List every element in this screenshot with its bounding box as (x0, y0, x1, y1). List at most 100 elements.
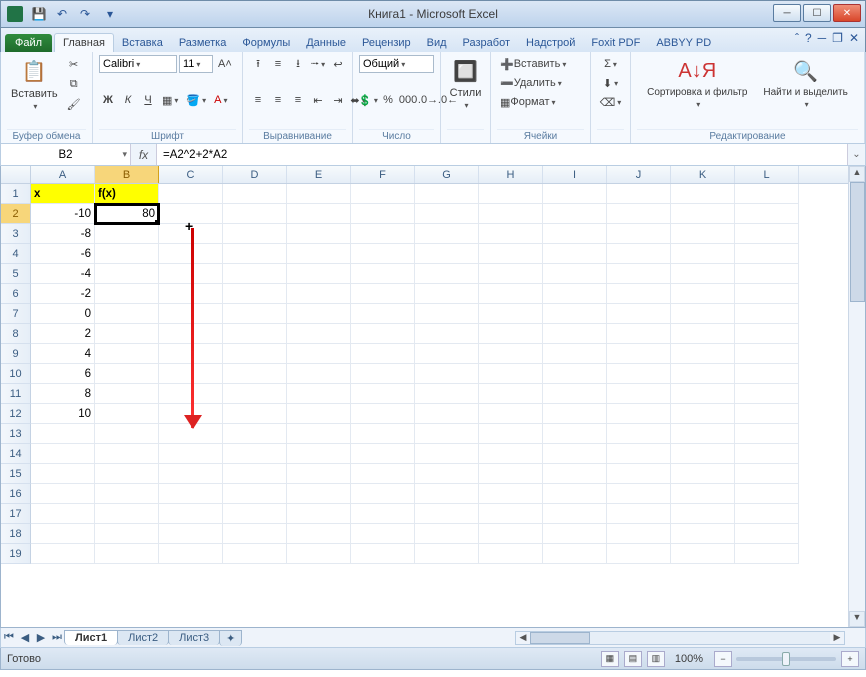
cell[interactable] (735, 424, 799, 444)
cell[interactable] (671, 284, 735, 304)
cell[interactable] (543, 204, 607, 224)
cell[interactable] (543, 524, 607, 544)
cell[interactable] (95, 444, 159, 464)
cell[interactable]: 0 (31, 304, 95, 324)
row-header[interactable]: 4 (1, 244, 31, 264)
cell[interactable] (415, 344, 479, 364)
row-header[interactable]: 19 (1, 544, 31, 564)
sheet-tab[interactable]: Лист2 (117, 630, 169, 645)
cell[interactable] (735, 204, 799, 224)
cell[interactable] (479, 284, 543, 304)
cell[interactable] (479, 364, 543, 384)
cell[interactable] (31, 504, 95, 524)
cell[interactable] (543, 464, 607, 484)
cell[interactable] (671, 304, 735, 324)
row-header[interactable]: 13 (1, 424, 31, 444)
cell[interactable] (223, 544, 287, 564)
col-header[interactable]: A (31, 166, 95, 183)
redo-button[interactable]: ↷ (75, 4, 95, 24)
cell[interactable] (287, 424, 351, 444)
cell[interactable] (415, 484, 479, 504)
qat-dropdown[interactable]: ▾ (100, 4, 120, 24)
cell[interactable] (607, 304, 671, 324)
font-color-button[interactable]: A▾ (211, 91, 230, 109)
cell[interactable] (287, 364, 351, 384)
cell[interactable] (479, 524, 543, 544)
insert-cells-button[interactable]: ➕ Вставить▾ (497, 55, 589, 73)
cell[interactable] (415, 504, 479, 524)
format-cells-button[interactable]: ▦ Формат▾ (497, 93, 589, 111)
cell[interactable] (735, 284, 799, 304)
close-button[interactable]: ✕ (833, 4, 861, 22)
cell[interactable] (351, 344, 415, 364)
cell[interactable]: 80 (95, 204, 159, 224)
cell[interactable] (671, 404, 735, 424)
cell[interactable] (287, 344, 351, 364)
cell[interactable]: 10 (31, 404, 95, 424)
comma-button[interactable]: 000 (399, 91, 417, 109)
cell[interactable] (607, 324, 671, 344)
cell[interactable]: -8 (31, 224, 95, 244)
cell[interactable] (287, 524, 351, 544)
col-header[interactable]: L (735, 166, 799, 183)
cell[interactable] (287, 464, 351, 484)
cell[interactable] (95, 364, 159, 384)
cell[interactable] (479, 184, 543, 204)
cell[interactable] (479, 264, 543, 284)
zoom-in-button[interactable]: + (841, 651, 859, 667)
cell[interactable] (287, 204, 351, 224)
cell[interactable] (607, 224, 671, 244)
cell[interactable] (415, 464, 479, 484)
cell[interactable] (671, 344, 735, 364)
cell[interactable] (735, 384, 799, 404)
font-name-combo[interactable]: Calibri▾ (99, 55, 177, 73)
cell[interactable] (415, 304, 479, 324)
scroll-thumb[interactable] (850, 182, 865, 302)
cell[interactable] (223, 404, 287, 424)
cell[interactable] (415, 444, 479, 464)
fx-button[interactable]: fx (131, 144, 157, 165)
cell[interactable]: -2 (31, 284, 95, 304)
cell[interactable] (351, 524, 415, 544)
cell[interactable] (415, 384, 479, 404)
scroll-up-button[interactable]: ▲ (849, 166, 865, 182)
col-header[interactable]: B (95, 166, 159, 183)
paste-button[interactable]: 📋 Вставить ▾ (7, 56, 62, 113)
tab-insert[interactable]: Вставка (114, 34, 171, 52)
cell[interactable] (415, 364, 479, 384)
cell[interactable] (543, 544, 607, 564)
number-format-combo[interactable]: Общий▾ (359, 55, 434, 73)
formula-input[interactable]: =A2^2+2*A2 (157, 144, 847, 165)
align-left-button[interactable]: ≡ (249, 91, 267, 109)
cell[interactable] (543, 424, 607, 444)
styles-button[interactable]: 🔲 Стили▾ (447, 55, 484, 112)
delete-cells-button[interactable]: ➖ Удалить▾ (497, 74, 589, 92)
cell[interactable] (671, 364, 735, 384)
cell[interactable] (287, 484, 351, 504)
row-header[interactable]: 2 (1, 204, 31, 224)
cell[interactable] (159, 464, 223, 484)
cell[interactable] (479, 484, 543, 504)
cell[interactable] (735, 304, 799, 324)
cell[interactable] (607, 464, 671, 484)
name-box[interactable]: B2▾ (1, 144, 131, 165)
cell[interactable] (671, 244, 735, 264)
cell[interactable] (735, 224, 799, 244)
cell[interactable] (543, 244, 607, 264)
cell[interactable] (735, 184, 799, 204)
format-painter-button[interactable]: 🖌 (64, 95, 84, 113)
cell[interactable] (671, 264, 735, 284)
help-icon[interactable]: ? (805, 31, 812, 45)
cell[interactable] (287, 404, 351, 424)
autosum-button[interactable]: Σ▾ (597, 55, 624, 73)
col-header[interactable]: E (287, 166, 351, 183)
cell[interactable] (95, 524, 159, 544)
cell[interactable] (735, 404, 799, 424)
cell[interactable] (95, 404, 159, 424)
tab-developer[interactable]: Разработ (455, 34, 518, 52)
cell[interactable] (95, 464, 159, 484)
font-size-combo[interactable]: 11▾ (179, 55, 213, 73)
tab-view[interactable]: Вид (419, 34, 455, 52)
cell[interactable] (607, 504, 671, 524)
zoom-slider[interactable] (736, 657, 836, 661)
